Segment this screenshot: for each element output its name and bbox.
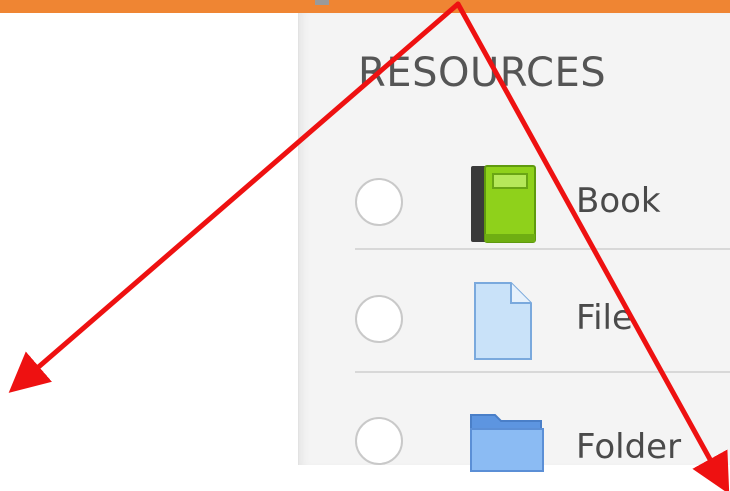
screenshot-stage: RESOURCES Book File Folder	[0, 0, 730, 491]
folder-icon	[467, 405, 544, 491]
file-icon	[467, 277, 539, 365]
resource-item-file[interactable]: File	[299, 263, 730, 381]
radio-file[interactable]	[355, 295, 403, 343]
book-icon	[467, 160, 539, 248]
section-title: RESOURCES	[358, 50, 607, 96]
resource-item-folder[interactable]: Folder	[299, 381, 730, 491]
resource-label-file: File	[576, 298, 633, 338]
divider	[355, 248, 730, 250]
top-tick-mark	[315, 0, 329, 5]
resource-label-book: Book	[576, 181, 661, 221]
activity-chooser-panel: RESOURCES Book File Folder	[298, 13, 730, 472]
radio-folder[interactable]	[355, 417, 403, 465]
top-accent-bar	[0, 0, 730, 13]
resource-item-book[interactable]: Book	[299, 146, 730, 264]
radio-book[interactable]	[355, 178, 403, 226]
resource-label-folder: Folder	[576, 427, 682, 467]
divider	[355, 371, 730, 373]
